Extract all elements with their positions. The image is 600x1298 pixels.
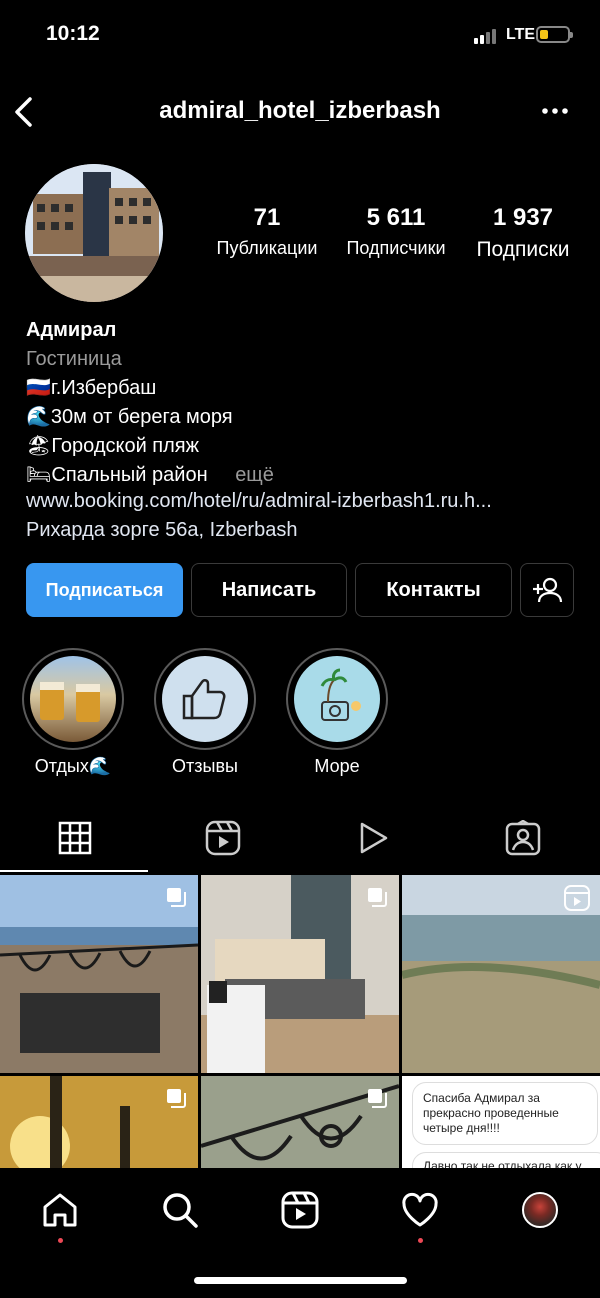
play-icon: [360, 822, 388, 854]
profile-address[interactable]: Рихарда зорге 56а, Izberbash: [26, 519, 297, 542]
stat-followers-label: Подписчики: [346, 238, 446, 258]
post-thumbnail[interactable]: [0, 875, 198, 1073]
message-button[interactable]: Написать: [191, 563, 347, 617]
stat-following-value: 1 937: [492, 204, 554, 231]
highlight-rest-label: Отдых🌊: [34, 756, 112, 776]
nav-activity[interactable]: [400, 1190, 440, 1230]
highlight-sea[interactable]: [286, 648, 388, 750]
review-text-1: Спасиба Адмирал за прекрасно проведенные…: [412, 1082, 598, 1145]
profile-handle: admiral_hotel_izberbash: [159, 97, 441, 124]
nav-reels[interactable]: [280, 1190, 320, 1230]
bio-line-3: 🏖Городской пляж: [26, 435, 200, 457]
post-thumbnail[interactable]: [402, 875, 600, 1073]
tab-tagged[interactable]: [448, 815, 598, 861]
bio-line-4: 🛏Спальный район ещё: [26, 464, 274, 486]
beach-icon: 🏖: [26, 435, 52, 457]
stat-followers[interactable]: 5 611 Подписчики: [331, 204, 461, 259]
status-time: 10:12: [46, 22, 100, 45]
multi-photo-icon: [166, 887, 186, 907]
battery-icon: [536, 26, 573, 43]
post-thumbnail[interactable]: [201, 875, 399, 1073]
signal-icon: [474, 28, 500, 44]
profile-avatar[interactable]: [25, 164, 163, 302]
home-indicator: [194, 1277, 407, 1284]
add-person-button[interactable]: [520, 563, 574, 617]
add-person-icon: [533, 577, 563, 603]
highlight-reviews-label: Отзывы: [172, 756, 238, 776]
home-icon: [43, 1193, 77, 1227]
profile-avatar-small: [522, 1192, 558, 1228]
stat-posts[interactable]: 71 Публикации: [202, 204, 332, 259]
stat-posts-label: Публикации: [216, 238, 318, 258]
follow-button[interactable]: Подписаться: [26, 563, 183, 617]
more-icon[interactable]: [540, 96, 570, 126]
search-icon: [163, 1193, 198, 1228]
stat-following-label: Подписки: [476, 238, 570, 261]
tab-reels[interactable]: [148, 815, 298, 861]
multi-photo-icon: [367, 887, 387, 907]
activity-notification-dot: [418, 1238, 423, 1243]
stat-following[interactable]: 1 937 Подписки: [459, 204, 587, 262]
tab-active-indicator: [0, 870, 148, 872]
profile-website-link[interactable]: www.booking.com/hotel/ru/admiral-izberba…: [26, 490, 492, 513]
network-label: LTE: [506, 26, 536, 43]
profile-category: Гостиница: [26, 348, 122, 370]
nav-profile[interactable]: [520, 1190, 560, 1230]
reels-icon: [205, 820, 241, 856]
tagged-icon: [505, 820, 541, 856]
wave-icon: 🌊: [26, 406, 51, 428]
camera-palm-icon: [320, 668, 361, 721]
bio-more-link[interactable]: ещё: [235, 464, 274, 486]
bio-line-1: 🇷🇺г.Избербаш: [26, 377, 157, 399]
grid-icon: [58, 821, 92, 855]
highlight-reviews[interactable]: [154, 648, 256, 750]
stat-posts-value: 71: [253, 204, 281, 231]
highlight-rest[interactable]: [22, 648, 124, 750]
profile-name: Адмирал: [26, 319, 117, 341]
tab-videos[interactable]: [298, 815, 448, 861]
reels-badge-icon: [564, 885, 590, 911]
stat-followers-value: 5 611: [366, 204, 426, 231]
home-notification-dot: [58, 1238, 63, 1243]
flag-icon: 🇷🇺: [26, 377, 51, 399]
multi-photo-icon: [166, 1088, 186, 1108]
thumbs-up-icon: [182, 679, 226, 720]
bed-icon: 🛏: [26, 464, 52, 486]
heart-icon: [402, 1192, 438, 1227]
bio-line-2: 🌊30м от берега моря: [26, 406, 233, 428]
contacts-button[interactable]: Контакты: [355, 563, 512, 617]
reels-nav-icon: [281, 1191, 319, 1229]
nav-home[interactable]: [40, 1190, 80, 1230]
nav-search[interactable]: [160, 1190, 200, 1230]
multi-photo-icon: [367, 1088, 387, 1108]
highlight-sea-label: Море: [314, 756, 360, 776]
tab-grid[interactable]: [0, 815, 150, 861]
